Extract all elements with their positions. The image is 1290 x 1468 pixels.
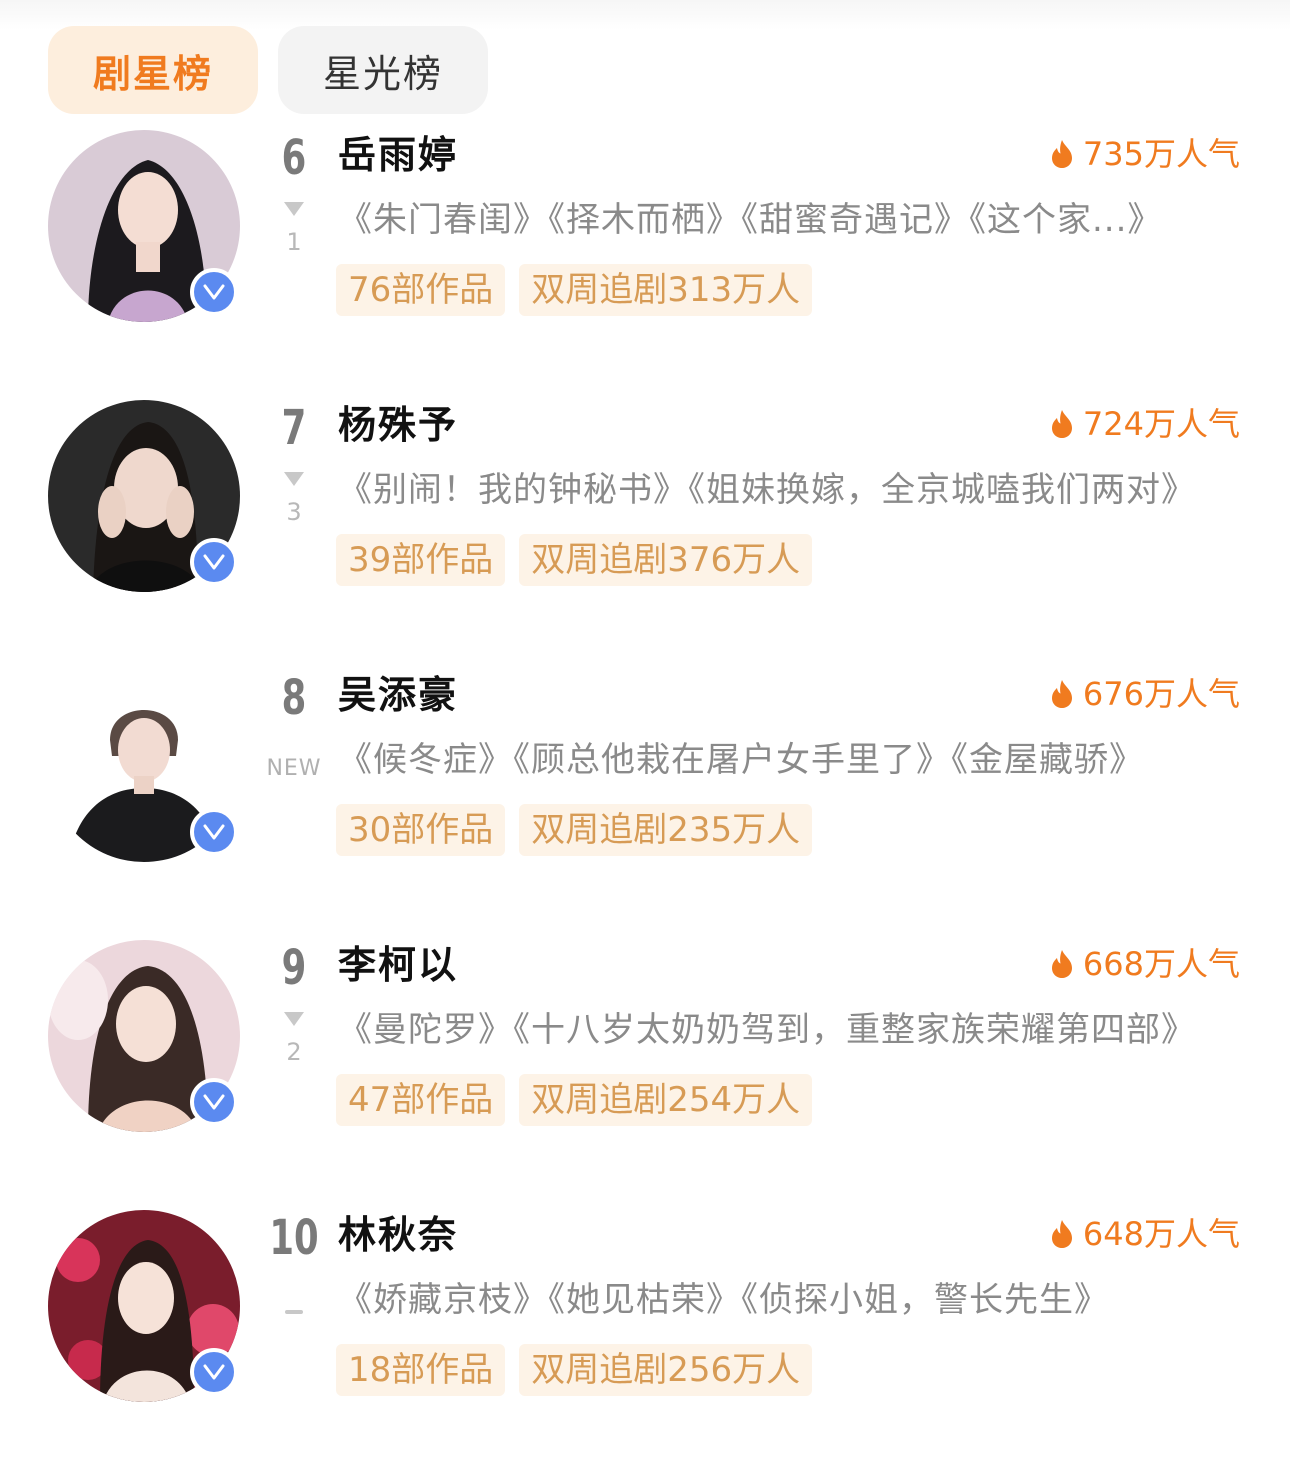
works-list[interactable]: 《娇藏京枝》《她见枯荣》《侦探小姐，警长先生》 <box>338 1278 1109 1322</box>
fire-icon <box>1051 950 1072 978</box>
works-count-tag: 39部作品 <box>336 534 506 586</box>
rank-new-badge: NEW <box>266 756 322 781</box>
works-list[interactable]: 《候冬症》《顾总他栽在屠户女手里了》《金屋藏骄》 <box>338 738 1144 782</box>
rank-number: 9 <box>281 940 307 996</box>
ranking-tabs: 剧星榜 星光榜 <box>48 26 488 114</box>
rank-down-icon <box>284 472 304 486</box>
watchers-tag: 双周追剧254万人 <box>519 1074 813 1126</box>
rank-number: 7 <box>281 400 307 456</box>
fire-icon <box>1051 410 1072 438</box>
popularity-value: 668万人气 <box>1082 945 1240 983</box>
fire-icon <box>1051 1220 1072 1248</box>
star-name[interactable]: 岳雨婷 <box>338 130 458 180</box>
rank-number: 6 <box>281 130 307 186</box>
works-count-tag: 30部作品 <box>336 804 506 856</box>
verified-v-icon <box>190 268 238 316</box>
watchers-tag: 双周追剧313万人 <box>519 264 813 316</box>
rank-list-item[interactable]: 7 3 杨殊予 724万人气 《别闹！我的钟秘书》《姐妹换嫁，全京城嗑我们两对》… <box>0 400 1290 670</box>
works-count-tag: 76部作品 <box>336 264 506 316</box>
ranking-page: 剧星榜 星光榜 6 1 岳雨婷 735万人气 《朱门春闺》《择木而栖》《甜蜜奇遇… <box>0 0 1290 1468</box>
watchers-tag: 双周追剧376万人 <box>519 534 813 586</box>
popularity: 648万人气 <box>1051 1214 1240 1254</box>
star-name[interactable]: 李柯以 <box>338 940 458 990</box>
rank-change: 1 <box>286 228 302 256</box>
works-list[interactable]: 《曼陀罗》《十八岁太奶奶驾到，重整家族荣耀第四部》 <box>338 1008 1196 1052</box>
star-name[interactable]: 林秋奈 <box>338 1210 458 1260</box>
popularity-value: 735万人气 <box>1082 135 1240 173</box>
star-name[interactable]: 杨殊予 <box>338 400 458 450</box>
popularity-value: 724万人气 <box>1082 405 1240 443</box>
rank-list-item[interactable]: 8 NEW 吴添豪 676万人气 《候冬症》《顾总他栽在屠户女手里了》《金屋藏骄… <box>0 670 1290 940</box>
popularity: 676万人气 <box>1051 674 1240 714</box>
star-name[interactable]: 吴添豪 <box>338 670 458 720</box>
works-count-tag: 18部作品 <box>336 1344 506 1396</box>
verified-v-icon <box>190 538 238 586</box>
watchers-tag: 双周追剧235万人 <box>519 804 813 856</box>
stat-tags: 18部作品 双周追剧256万人 <box>336 1344 813 1396</box>
rank-unchanged-icon <box>285 1310 303 1314</box>
stat-tags: 39部作品 双周追剧376万人 <box>336 534 813 586</box>
verified-v-icon <box>190 1078 238 1126</box>
rank-number: 8 <box>281 670 307 726</box>
rank-down-icon <box>284 1012 304 1026</box>
popularity: 724万人气 <box>1051 404 1240 444</box>
tab-star-light[interactable]: 星光榜 <box>278 26 488 114</box>
rank-change: 3 <box>286 498 302 526</box>
tab-drama-star[interactable]: 剧星榜 <box>48 26 258 114</box>
rank-list-item[interactable]: 10 林秋奈 648万人气 《娇藏京枝》《她见枯荣》《侦探小姐，警长先生》 18… <box>0 1210 1290 1468</box>
rank-list-item[interactable]: 6 1 岳雨婷 735万人气 《朱门春闺》《择木而栖》《甜蜜奇遇记》《这个家..… <box>0 130 1290 400</box>
rank-down-icon <box>284 202 304 216</box>
verified-v-icon <box>190 808 238 856</box>
popularity-value: 648万人气 <box>1082 1215 1240 1253</box>
fire-icon <box>1051 680 1072 708</box>
works-list[interactable]: 《朱门春闺》《择木而栖》《甜蜜奇遇记》《这个家...》 <box>338 198 1162 242</box>
stat-tags: 47部作品 双周追剧254万人 <box>336 1074 813 1126</box>
works-count-tag: 47部作品 <box>336 1074 506 1126</box>
stat-tags: 30部作品 双周追剧235万人 <box>336 804 813 856</box>
rank-list-item[interactable]: 9 2 李柯以 668万人气 《曼陀罗》《十八岁太奶奶驾到，重整家族荣耀第四部》… <box>0 940 1290 1210</box>
popularity: 668万人气 <box>1051 944 1240 984</box>
rank-number: 10 <box>269 1210 319 1266</box>
popularity: 735万人气 <box>1051 134 1240 174</box>
watchers-tag: 双周追剧256万人 <box>519 1344 813 1396</box>
verified-v-icon <box>190 1348 238 1396</box>
fire-icon <box>1051 140 1072 168</box>
stat-tags: 76部作品 双周追剧313万人 <box>336 264 813 316</box>
popularity-value: 676万人气 <box>1082 675 1240 713</box>
rank-change: 2 <box>286 1038 302 1066</box>
works-list[interactable]: 《别闹！我的钟秘书》《姐妹换嫁，全京城嗑我们两对》 <box>338 468 1196 512</box>
